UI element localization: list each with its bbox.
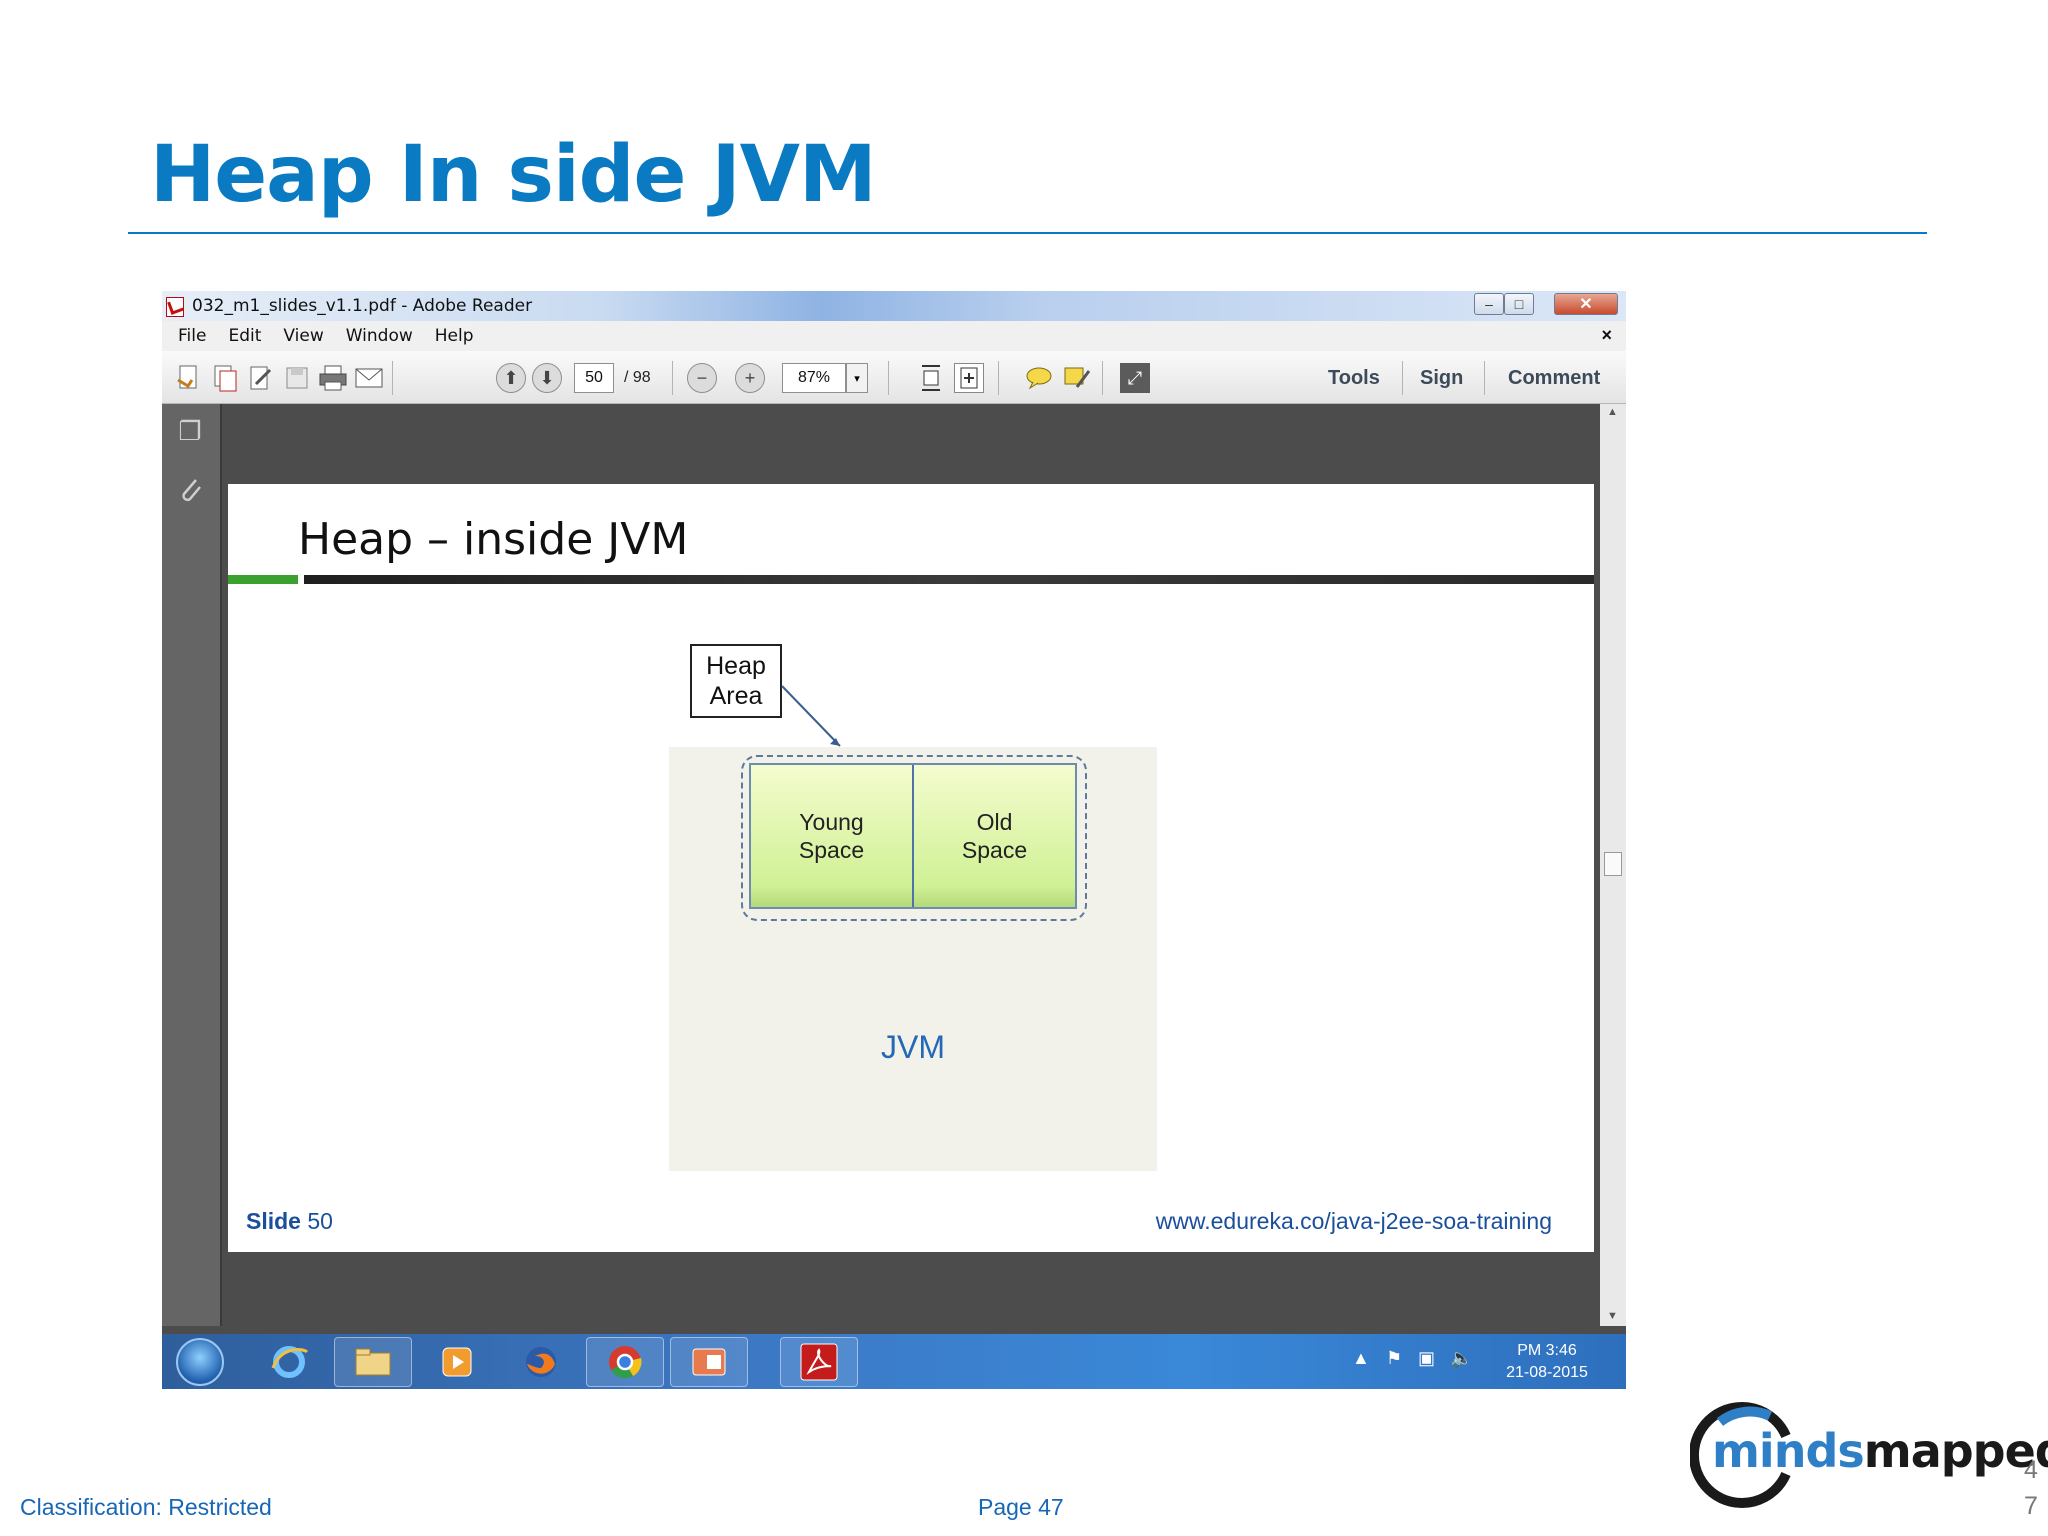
next-page-icon[interactable]: ⬇ [532,363,562,393]
page-label: Page 47 [978,1494,1064,1520]
mindsmapped-logo: mindsmapped [1712,1424,2048,1478]
zoom-out-icon[interactable]: − [687,363,717,393]
comment-bubble-icon[interactable] [1024,363,1054,393]
toolbar-separator [392,361,393,395]
comment-button[interactable]: Comment [1508,367,1600,390]
pdf-file-icon [166,297,184,317]
page-thumbnails-icon[interactable]: ❐ [176,416,204,448]
logo-part-1: minds [1712,1424,1865,1478]
firefox-icon[interactable] [502,1337,580,1387]
heap-area: Young Space Old Space [749,763,1077,909]
jvm-label: JVM [881,1029,945,1065]
navigation-panel: ❐ [162,404,222,1326]
young-space: Young Space [751,765,912,907]
edit-document-icon[interactable] [246,363,276,393]
powerpoint-icon[interactable] [670,1337,748,1387]
window-title: 032_m1_slides_v1.1.pdf - Adobe Reader [192,296,533,316]
minimize-button[interactable]: ‒ [1474,293,1504,315]
jvm-diagram: Young Space Old Space JVM [669,747,1157,1171]
classification-label: Classification: Restricted [20,1494,272,1520]
heading-rule [304,575,1594,584]
network-icon[interactable]: ▣ [1418,1348,1435,1369]
windows-taskbar: ▲ ⚑ ▣ 🔈 PM 3:46 21-08-2015 [162,1334,1626,1389]
logo-part-2: mapped [1863,1424,2048,1478]
fit-width-icon[interactable] [954,363,984,393]
zoom-in-icon[interactable]: + [735,363,765,393]
heap-area-callout: Heap Area [690,644,782,718]
menu-help[interactable]: Help [429,326,480,346]
vertical-scrollbar[interactable]: ▲ ▼ [1600,404,1626,1326]
toolbar-separator [1402,361,1403,395]
document-heading: Heap – inside JVM [298,514,689,565]
title-divider [128,232,1927,234]
slide-footer-label: Slide 50 [246,1208,333,1235]
zoom-dropdown-icon[interactable]: ▾ [846,363,868,393]
clock-date: 21-08-2015 [1506,1364,1588,1381]
toolbar-separator [1102,361,1103,395]
scroll-up-icon[interactable]: ▲ [1607,406,1618,418]
save-icon[interactable] [282,363,312,393]
menu-window[interactable]: Window [340,326,419,346]
close-button[interactable]: ✕ [1554,293,1618,315]
document-page: Heap – inside JVM Young Space Old Space … [228,484,1594,1252]
start-button-icon[interactable] [176,1338,224,1386]
scroll-thumb[interactable] [1604,852,1622,876]
menu-bar: File Edit View Window Help × [162,321,1626,351]
menu-view[interactable]: View [277,326,329,346]
menu-edit[interactable]: Edit [222,326,267,346]
slide-footer-number: 50 [307,1208,333,1234]
ie-icon[interactable] [250,1337,328,1387]
slide-word: Slide [246,1208,301,1234]
media-player-icon[interactable] [418,1337,496,1387]
tray-expand-icon[interactable]: ▲ [1352,1348,1370,1369]
callout-arrow [781,685,841,747]
toolbar-separator [1484,361,1485,395]
volume-icon[interactable]: 🔈 [1450,1348,1472,1369]
action-center-flag-icon[interactable]: ⚑ [1386,1348,1402,1369]
full-screen-icon[interactable]: ⤢ [1120,363,1150,393]
toolbar-separator [672,361,673,395]
system-clock[interactable]: PM 3:46 21-08-2015 [1492,1340,1602,1384]
previous-page-icon[interactable]: ⬆ [496,363,526,393]
email-icon[interactable] [354,363,384,393]
highlight-text-icon[interactable] [1062,363,1092,393]
page-number-input[interactable]: 50 [574,363,614,393]
create-pdf-icon[interactable] [174,363,204,393]
file-explorer-icon[interactable] [334,1337,412,1387]
scroll-down-icon[interactable]: ▼ [1607,1310,1618,1322]
heading-accent-bar [228,575,298,584]
chrome-icon[interactable] [586,1337,664,1387]
toolbar-separator [998,361,999,395]
old-space: Old Space [912,765,1075,907]
adobe-reader-icon[interactable] [780,1337,858,1387]
combine-files-icon[interactable] [210,363,240,393]
adobe-reader-window: 032_m1_slides_v1.1.pdf - Adobe Reader ‒ … [162,291,1626,1389]
fit-page-icon[interactable] [916,363,946,393]
slide-title: Heap In side JVM [150,130,877,220]
toolbar-separator [888,361,889,395]
toolbar: ⬆ ⬇ 50 / 98 − + 87% ▾ ⤢ Tools Sign Comme… [162,351,1626,404]
page-total: / 98 [624,369,651,386]
print-icon[interactable] [318,363,348,393]
zoom-input[interactable]: 87% [782,363,846,393]
attachments-icon[interactable] [176,474,204,506]
footer-url: www.edureka.co/java-j2ee-soa-training [1155,1208,1552,1234]
window-titlebar[interactable]: 032_m1_slides_v1.1.pdf - Adobe Reader ‒ … [162,291,1626,321]
tools-button[interactable]: Tools [1328,367,1380,390]
close-document-icon[interactable]: × [1601,325,1612,346]
maximize-button[interactable]: □ [1504,293,1534,315]
sign-button[interactable]: Sign [1420,367,1463,390]
slide-number: 47 [2024,1456,2038,1520]
clock-time: PM 3:46 [1517,1342,1577,1359]
menu-file[interactable]: File [172,326,212,346]
